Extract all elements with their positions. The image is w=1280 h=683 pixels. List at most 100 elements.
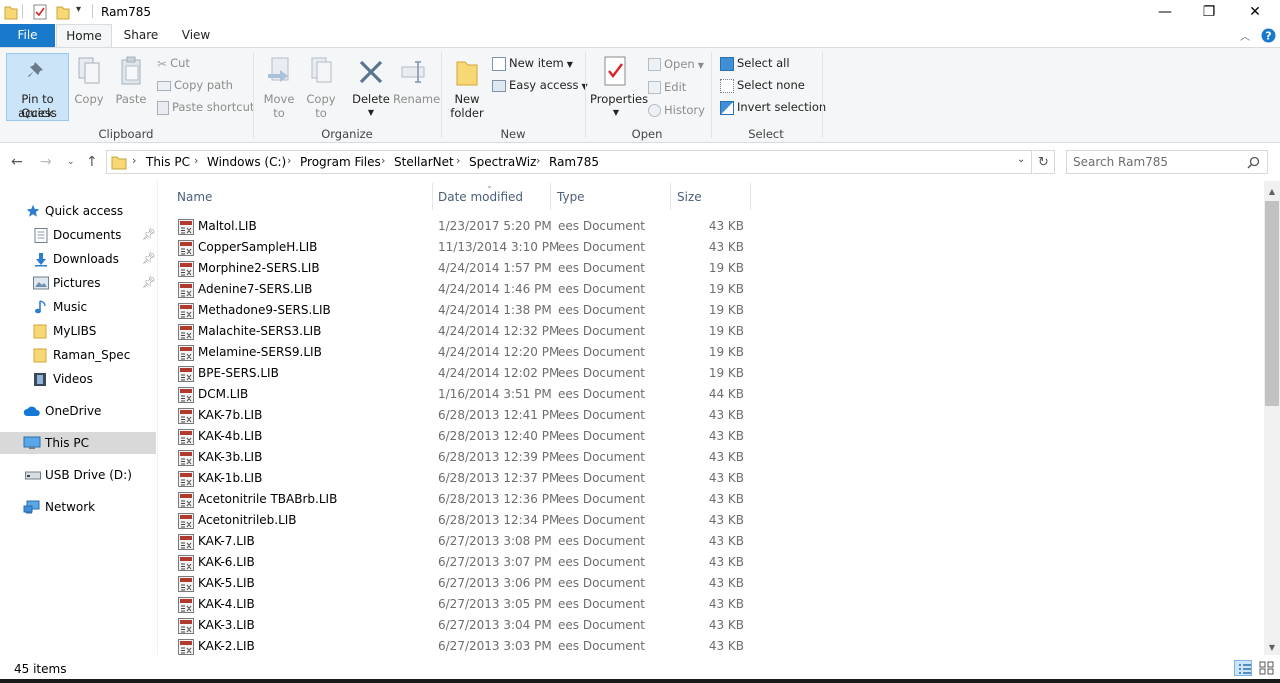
scrollbar-thumb[interactable] xyxy=(1265,201,1279,406)
copy-button[interactable]: Copy xyxy=(74,54,104,120)
breadcrumb-ram785[interactable]: Ram785 xyxy=(549,155,599,169)
breadcrumb-program-files[interactable]: Program Files xyxy=(300,155,381,169)
table-row[interactable]: KAK-7.LIB 6/27/2013 3:08 PM ees Document 43… xyxy=(174,531,752,552)
breadcrumb-chevron-icon[interactable]: › xyxy=(456,154,460,167)
forward-arrow-icon[interactable]: → xyxy=(40,154,52,170)
nav-videos[interactable]: Videos xyxy=(0,368,156,390)
nav-downloads[interactable]: Downloads 📌︎ xyxy=(0,248,156,270)
table-row[interactable]: Methadone9-SERS.LIB 4/24/2014 1:38 PM ees … xyxy=(174,300,752,321)
column-header-type[interactable]: Type xyxy=(552,186,670,211)
copy-path-button[interactable]: Copy path xyxy=(157,75,233,95)
table-row[interactable]: BPE-SERS.LIB 4/24/2014 12:02 PM ees Docume… xyxy=(174,363,752,384)
tab-share[interactable]: Share xyxy=(118,24,164,47)
table-row[interactable]: Acetonitrile TBABrb.LIB 6/28/2013 12:36 P… xyxy=(174,489,752,510)
properties-dropdown-icon[interactable]: ▼ xyxy=(590,106,642,120)
rename-button[interactable]: Rename xyxy=(393,54,440,120)
tab-file[interactable]: File xyxy=(0,24,55,47)
cut-button[interactable]: ✂ Cut xyxy=(157,53,190,73)
select-all-button[interactable]: Select all xyxy=(720,53,790,73)
table-row[interactable]: KAK-7b.LIB 6/28/2013 12:41 PM ees Document… xyxy=(174,405,752,426)
search-icon[interactable] xyxy=(1247,156,1260,169)
close-button[interactable]: ✕ xyxy=(1232,0,1278,24)
details-view-icon[interactable] xyxy=(1234,660,1252,676)
paste-button[interactable]: Paste xyxy=(114,54,148,120)
breadcrumb-chevron-icon[interactable]: › xyxy=(287,154,291,167)
address-dropdown-chevron-icon[interactable]: ⌄ xyxy=(1017,154,1025,165)
nav-onedrive[interactable]: OneDrive xyxy=(0,400,156,422)
breadcrumb-chevron-icon[interactable]: › xyxy=(194,154,198,167)
large-icons-view-icon[interactable] xyxy=(1258,660,1276,676)
address-bar[interactable]: › This PC › Windows (C:) › Program Files… xyxy=(106,150,1032,174)
open-button[interactable]: Open ▼ xyxy=(648,54,704,74)
tab-view[interactable]: View xyxy=(174,24,218,47)
vertical-scrollbar[interactable]: ▲ ▼ xyxy=(1264,181,1280,655)
breadcrumb-this-pc[interactable]: This PC xyxy=(146,155,190,169)
recent-locations-chevron-icon[interactable]: ⌄ xyxy=(67,157,75,167)
paste-shortcut-button[interactable]: Paste shortcut xyxy=(157,97,254,117)
new-folder-button[interactable]: New folder xyxy=(449,54,485,124)
table-row[interactable]: Adenine7-SERS.LIB 4/24/2014 1:46 PM ees Do… xyxy=(174,279,752,300)
column-header-date-modified[interactable]: Date modified xyxy=(433,186,550,211)
breadcrumb-chevron-icon[interactable]: › xyxy=(381,154,385,167)
history-button[interactable]: History xyxy=(648,100,705,120)
table-row[interactable]: KAK-3b.LIB 6/28/2013 12:39 PM ees Document… xyxy=(174,447,752,468)
refresh-button[interactable]: ↻ xyxy=(1033,150,1055,174)
table-row[interactable]: Acetonitrileb.LIB 6/28/2013 12:34 PM ees D… xyxy=(174,510,752,531)
invert-selection-button[interactable]: Invert selection xyxy=(720,97,826,117)
nav-raman-spec[interactable]: Raman_Spec xyxy=(0,344,156,366)
delete-button[interactable]: Delete ▼ xyxy=(349,54,393,124)
easy-access-button[interactable]: Easy access▼ xyxy=(492,75,588,95)
customize-quick-access-icon[interactable]: ▾ xyxy=(76,4,81,15)
new-item-button[interactable]: New item ▼ xyxy=(492,53,573,73)
nav-quick-access[interactable]: Quick access xyxy=(0,200,156,222)
nav-documents[interactable]: Documents 📌︎ xyxy=(0,224,156,246)
table-row[interactable]: KAK-6.LIB 6/27/2013 3:07 PM ees Document 43… xyxy=(174,552,752,573)
delete-dropdown-icon[interactable]: ▼ xyxy=(349,106,393,120)
column-header-name[interactable]: Name xyxy=(172,186,432,211)
table-row[interactable]: Morphine2-SERS.LIB 4/24/2014 1:57 PM ees D… xyxy=(174,258,752,279)
breadcrumb-chevron-icon[interactable]: › xyxy=(536,154,540,167)
scroll-down-arrow-icon[interactable]: ▼ xyxy=(1264,639,1280,656)
column-divider[interactable] xyxy=(550,183,551,210)
table-row[interactable]: KAK-4.LIB 6/27/2013 3:05 PM ees Document 43… xyxy=(174,594,752,615)
table-row[interactable]: KAK-4b.LIB 6/28/2013 12:40 PM ees Document… xyxy=(174,426,752,447)
new-folder-quick-icon[interactable] xyxy=(56,4,70,20)
select-none-button[interactable]: Select none xyxy=(720,75,805,95)
folder-icon[interactable] xyxy=(4,4,18,20)
table-row[interactable]: CopperSampleH.LIB 11/13/2014 3:10 PM ees D… xyxy=(174,237,752,258)
copy-to-button[interactable]: Copy to xyxy=(303,54,339,124)
nav-pictures[interactable]: Pictures 📌︎ xyxy=(0,272,156,294)
table-row[interactable]: Melamine-SERS9.LIB 4/24/2014 12:20 PM ees … xyxy=(174,342,752,363)
breadcrumb-chevron-icon[interactable]: › xyxy=(132,154,136,167)
breadcrumb-stellarnet[interactable]: StellarNet xyxy=(394,155,454,169)
nav-music[interactable]: Music xyxy=(0,296,156,318)
table-row[interactable]: KAK-3.LIB 6/27/2013 3:04 PM ees Document 43… xyxy=(174,615,752,636)
tab-home[interactable]: Home xyxy=(56,24,112,48)
up-arrow-icon[interactable]: ↑ xyxy=(86,154,98,170)
table-row[interactable]: KAK-5.LIB 6/27/2013 3:06 PM ees Document 43… xyxy=(174,573,752,594)
minimize-button[interactable]: — xyxy=(1142,0,1188,24)
nav-network[interactable]: Network xyxy=(0,496,156,518)
table-row[interactable]: KAK-2.LIB 6/27/2013 3:03 PM ees Document 43… xyxy=(174,636,752,655)
properties-button[interactable]: Properties ▼ xyxy=(590,54,648,124)
pin-to-quick-access-button[interactable]: Pin to Quick access xyxy=(6,53,69,121)
nav-mylibs[interactable]: MyLIBS xyxy=(0,320,156,342)
breadcrumb-windows-c[interactable]: Windows (C:) xyxy=(207,155,286,169)
properties-quick-icon[interactable] xyxy=(33,4,47,20)
edit-button[interactable]: Edit xyxy=(648,77,686,97)
nav-this-pc[interactable]: This PC xyxy=(0,432,156,454)
search-input[interactable] xyxy=(1073,154,1243,170)
help-icon[interactable]: ? xyxy=(1261,28,1276,43)
back-arrow-icon[interactable]: ← xyxy=(11,154,23,170)
nav-usb-drive[interactable]: USB Drive (D:) xyxy=(0,464,156,486)
move-to-button[interactable]: Move to xyxy=(261,54,297,124)
breadcrumb-spectrawiz[interactable]: SpectraWiz xyxy=(469,155,536,169)
column-divider[interactable] xyxy=(750,183,751,210)
table-row[interactable]: Maltol.LIB 1/23/2017 5:20 PM ees Document 4… xyxy=(174,216,752,237)
table-row[interactable]: DCM.LIB 1/16/2014 3:51 PM ees Document 44 K… xyxy=(174,384,752,405)
scroll-up-arrow-icon[interactable]: ▲ xyxy=(1264,183,1280,200)
table-row[interactable]: Malachite-SERS3.LIB 4/24/2014 12:32 PM ees… xyxy=(174,321,752,342)
table-row[interactable]: KAK-1b.LIB 6/28/2013 12:37 PM ees Document… xyxy=(174,468,752,489)
column-divider[interactable] xyxy=(670,183,671,210)
column-header-size[interactable]: Size xyxy=(672,186,750,211)
